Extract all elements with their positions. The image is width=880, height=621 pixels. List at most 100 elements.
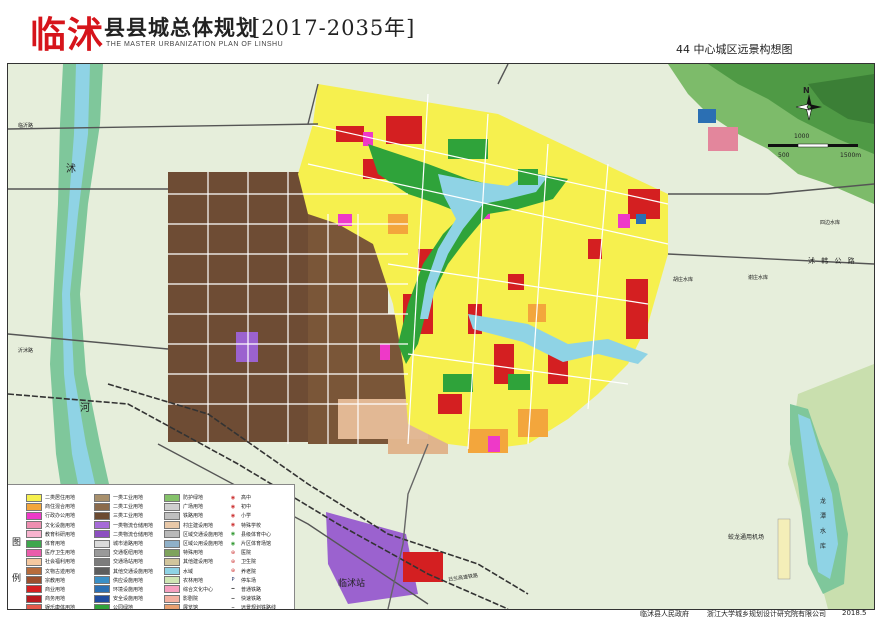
legend-item: 农林用地 [164,576,223,585]
legend-item-label: 农林用地 [183,577,204,584]
legend-item-label: 村庄建设用地 [183,522,214,529]
park-block-3 [508,374,530,390]
left-road-label-1: 临沂路 [18,123,34,129]
legend-panel: 图 例 二类居住用地 商住混合用地 行政办公用地 文化设施用地 教育科研用地 体育用地 医疗… [8,484,295,609]
left-road-label-2: 沂沭路 [18,348,34,354]
legend-item: ━ 普通铁路 [228,585,276,594]
legend-item: 供应设施用地 [94,576,153,585]
legend-item-label: 防护绿地 [183,495,204,502]
legend-item: 安全设施用地 [94,594,153,603]
legend-swatch [94,585,110,594]
legend-item-label: 养老院 [241,568,257,575]
legend-swatch [164,502,180,511]
footer-org1: 临沭县人民政府 [640,610,689,618]
legend-item: ⊕ 卫生院 [228,557,276,566]
legend-side-2: 例 [12,574,22,584]
industrial-zone-west [168,172,308,442]
legend-item: 教育科研用地 [26,530,95,539]
legend-symbol-icon: ◉ [230,503,236,510]
legend-symbol-icon: ⊕ [230,549,236,556]
legend-side-title: 图 例 [12,525,22,597]
legend-item: 综合文化中心 [164,585,223,594]
legend-symbol-icon: ◉ [230,531,236,538]
legend-col-2: 一类工业用地 二类工业用地 三类工业用地 一类物流仓储用地 二类物流仓储用地 城市道路用地… [94,493,154,609]
legend-swatch [94,594,110,603]
legend-item: 特殊用地 [164,548,223,557]
legend-item: 二类物流仓储用地 [94,530,153,539]
map-panel[interactable]: N 1000 500 1500m 沭 河 沭 韩 公 路 临沭站 蛟龙通用机场 … [7,63,875,610]
legend-swatch [26,557,42,566]
scale-bar-c [828,144,858,147]
legend-item: 影剧院 [164,594,223,603]
park-block-2 [443,374,473,392]
legend-item: 广场用地 [164,502,223,511]
legend-side-1: 图 [12,538,22,548]
legend-swatch [164,567,180,576]
legend-swatch [26,511,42,520]
legend-item-label: 文物古迹用地 [45,568,76,575]
scale-bar-a [768,144,798,147]
legend-swatch [94,567,110,576]
legend-item: 商业用地 [26,585,95,594]
legend-swatch [94,511,110,520]
scale-bar-b [797,143,829,148]
legend-item: ⊕ 养老院 [228,567,276,576]
legend-item: 交通枢纽用地 [94,548,153,557]
legend-swatch [164,576,180,585]
legend-swatch [26,567,42,576]
legend-item: 村庄建设用地 [164,521,223,530]
legend-symbol-icon: ◉ [230,540,236,547]
legend-item-label: 二类居住用地 [45,495,76,502]
legend-item-label: 普通铁路 [241,586,262,593]
legend-swatch [94,576,110,585]
legend-item: 交通场站用地 [94,557,153,566]
legend-item-label: 其他交通设施用地 [113,568,154,575]
legend-item-label: 其他建设用地 [183,559,214,566]
brand-title: 临沭 [30,14,105,56]
legend-item-label: 片区体育场馆 [241,541,272,548]
legend-symbol-icon: ⊕ [230,558,236,565]
legend-item-label: 宗教用地 [45,577,66,584]
legend-swatch [164,539,180,548]
legend-item: ━ 快速铁路 [228,594,276,603]
legend-swatch [26,493,42,502]
footer-bar: 临沭县人民政府 浙江大学城乡规划设计研究院有限公司 2018.5 [0,608,880,621]
airport-label: 蛟龙通用机场 [728,534,765,541]
legend-item: 宗教用地 [26,576,95,585]
plan-subtitle: THE MASTER URBANIZATION PLAN OF LINSHU [106,41,284,48]
legend-item: 区域交通设施用地 [164,530,223,539]
legend-swatch [26,576,42,585]
legend-item: ◉ 县级体育中心 [228,530,276,539]
legend-item-label: 小学 [241,513,252,520]
legend-symbol-icon: ━ [231,586,235,593]
legend-item: 防护绿地 [164,493,223,502]
north-arrow-label: N [803,86,810,95]
legend-swatch [164,530,180,539]
legend-swatch [26,521,42,530]
legend-item: 一类物流仓储用地 [94,521,153,530]
scale-label-1000: 1000 [794,133,810,140]
legend-item-label: 商务用地 [45,596,66,603]
legend-item: 行政办公用地 [26,511,95,520]
legend-item: 商住混合用地 [26,502,95,511]
legend-symbol-icon: ━ [231,595,235,602]
reservoir-label-2: 潭 [820,513,827,520]
legend-symbol-icon: ◉ [230,512,236,519]
legend-item-label: 环境设施用地 [113,586,144,593]
legend-item: ◉ 高中 [228,493,276,502]
river-label-he: 河 [80,403,90,414]
legend-col-3: 防护绿地 广场用地 铁路用地 村庄建设用地 区域交通设施用地 区域公用设施用地 特殊用地 其他… [164,493,223,609]
legend-item-label: 行政办公用地 [45,513,76,520]
legend-item: 一类工业用地 [94,493,153,502]
legend-item-label: 二类物流仓储用地 [113,531,154,538]
legend-swatch [164,585,180,594]
legend-item: 城市道路用地 [94,539,153,548]
utility-block-2 [636,214,646,224]
legend-item-label: 商业用地 [45,586,66,593]
legend-item-label: 县级体育中心 [241,531,272,538]
sheet-title: 44 中心城区远景构想图 [676,43,793,56]
legend-swatch [94,539,110,548]
legend-swatch [164,511,180,520]
legend-item-label: 医疗卫生用地 [45,550,76,557]
reservoir-label-3: 水 [820,528,827,535]
